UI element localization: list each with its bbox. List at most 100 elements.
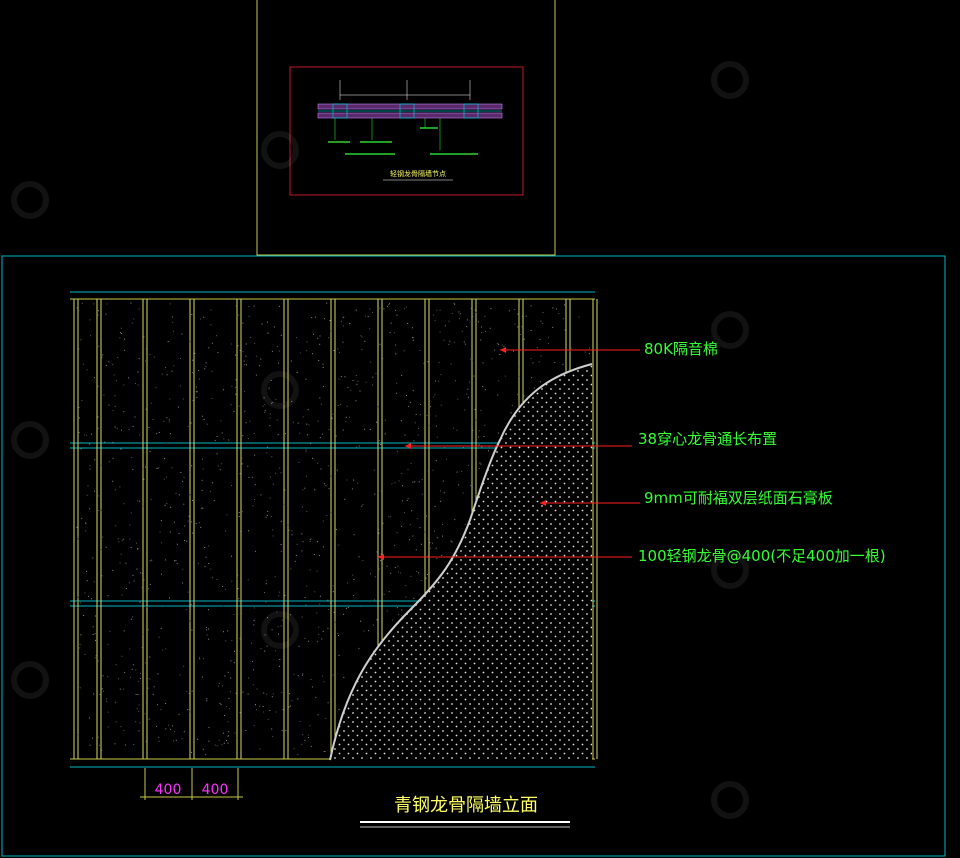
speckle <box>301 533 303 535</box>
speckle <box>467 388 469 390</box>
speckle <box>317 541 319 543</box>
speckle <box>187 709 189 711</box>
speckle <box>108 404 110 406</box>
speckle <box>98 310 99 312</box>
speckle <box>149 451 151 453</box>
speckle <box>146 606 148 608</box>
speckle <box>290 705 292 707</box>
speckle <box>160 709 162 710</box>
speckle <box>423 450 425 452</box>
speckle <box>238 516 240 517</box>
speckle <box>251 476 253 478</box>
speckle <box>254 454 256 456</box>
speckle <box>378 532 380 534</box>
speckle <box>343 613 345 615</box>
speckle <box>368 630 370 632</box>
speckle <box>197 738 199 740</box>
speckle <box>395 344 397 346</box>
speckle <box>395 309 397 311</box>
speckle <box>322 630 324 632</box>
speckle <box>416 518 418 520</box>
speckle <box>296 543 298 545</box>
speckle <box>164 703 166 704</box>
speckle <box>213 500 215 502</box>
speckle <box>97 314 99 316</box>
speckle <box>299 720 301 722</box>
speckle <box>145 360 146 362</box>
speckle <box>193 421 194 423</box>
speckle <box>102 690 104 692</box>
speckle <box>319 335 321 337</box>
speckle <box>393 332 395 334</box>
speckle <box>435 380 436 382</box>
speckle <box>425 577 427 579</box>
speckle <box>539 339 541 341</box>
speckle <box>328 609 330 610</box>
speckle <box>318 634 320 635</box>
speckle <box>253 725 255 727</box>
speckle <box>176 543 178 545</box>
speckle <box>206 698 208 700</box>
speckle <box>77 596 79 598</box>
speckle <box>428 425 430 426</box>
speckle <box>480 463 482 465</box>
speckle <box>346 607 347 609</box>
speckle <box>271 350 273 352</box>
speckle <box>372 384 373 386</box>
speckle <box>136 568 138 570</box>
speckle <box>279 665 280 667</box>
speckle <box>332 591 334 593</box>
speckle <box>165 728 167 730</box>
speckle <box>125 562 127 564</box>
speckle <box>212 482 214 484</box>
speckle <box>85 523 87 525</box>
speckle <box>227 671 229 673</box>
speckle <box>386 305 388 307</box>
speckle <box>248 476 250 478</box>
speckle <box>532 362 534 364</box>
speckle <box>174 560 175 562</box>
speckle <box>144 713 146 715</box>
speckle <box>196 391 198 393</box>
speckle <box>323 681 325 683</box>
speckle <box>203 658 204 660</box>
speckle <box>331 416 333 418</box>
speckle <box>346 405 348 407</box>
speckle <box>318 554 320 556</box>
speckle <box>195 386 197 388</box>
speckle <box>389 303 390 305</box>
speckle <box>78 417 80 419</box>
speckle <box>331 417 333 419</box>
speckle <box>391 619 393 621</box>
speckle <box>401 615 403 617</box>
speckle <box>85 522 87 524</box>
speckle <box>418 481 420 483</box>
speckle <box>319 603 321 605</box>
speckle <box>198 522 200 524</box>
speckle <box>106 701 108 703</box>
speckle <box>475 419 477 421</box>
speckle <box>302 416 304 418</box>
speckle <box>310 538 312 540</box>
speckle <box>223 438 225 440</box>
speckle <box>107 643 109 645</box>
speckle <box>97 736 99 738</box>
speckle <box>456 429 458 431</box>
speckle <box>283 549 285 551</box>
speckle <box>231 385 233 387</box>
speckle <box>178 532 180 534</box>
speckle <box>324 751 326 752</box>
speckle <box>123 411 125 413</box>
speckle <box>133 664 135 666</box>
speckle <box>266 321 268 323</box>
speckle <box>540 320 542 322</box>
speckle <box>327 702 329 704</box>
speckle <box>101 749 103 751</box>
speckle <box>355 400 357 402</box>
speckle <box>307 734 309 736</box>
speckle <box>295 337 297 339</box>
speckle <box>152 693 154 695</box>
speckle <box>225 588 227 590</box>
speckle <box>211 397 213 399</box>
speckle <box>253 607 255 609</box>
